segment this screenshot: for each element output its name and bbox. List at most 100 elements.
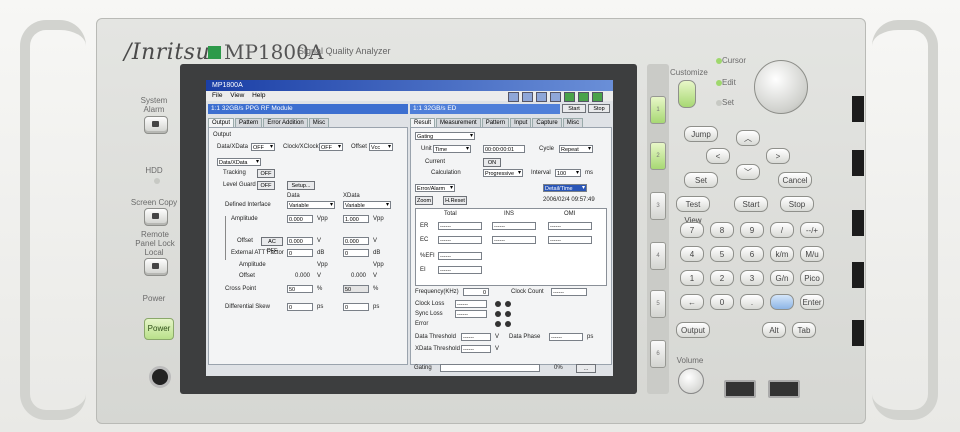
error-alarm-select[interactable]: Error/Alarm — [415, 184, 455, 192]
menu-help[interactable]: Help — [252, 92, 265, 99]
softkey-4[interactable]: 4 — [650, 242, 666, 270]
tab-input[interactable]: Input — [510, 118, 532, 127]
keypad-key[interactable]: . — [740, 294, 764, 310]
start-hard-button[interactable]: Start — [734, 196, 768, 212]
customize-button[interactable] — [678, 80, 696, 108]
ac-off-button[interactable]: AC OFF — [261, 237, 283, 254]
keypad-key[interactable]: 2 — [710, 270, 734, 286]
softkey-5[interactable]: 5 — [650, 290, 666, 318]
data-amplitude-field[interactable]: 0.000 — [287, 215, 313, 223]
cycle-select[interactable]: Repeat — [559, 145, 593, 153]
softkey-6[interactable]: 6 — [650, 340, 666, 368]
detail-time-select[interactable]: Detail/Time — [543, 184, 587, 192]
keypad-key[interactable]: 3 — [740, 270, 764, 286]
stop-button[interactable]: Stop — [588, 104, 610, 113]
keypad-key[interactable] — [770, 294, 794, 310]
softkey-2[interactable]: 2 — [650, 142, 666, 170]
arrow-right-key[interactable]: > — [766, 148, 790, 164]
setup-button[interactable]: Setup... — [287, 181, 315, 190]
keypad-key[interactable]: 4 — [680, 246, 704, 262]
unit-select[interactable]: Time — [433, 145, 471, 153]
rotary-knob[interactable] — [754, 60, 808, 114]
keypad-key[interactable]: Pico — [800, 270, 824, 286]
tab-pattern[interactable]: Pattern — [481, 118, 510, 127]
test-view-button[interactable]: Test View — [676, 196, 710, 225]
tab-misc[interactable]: Misc — [308, 118, 330, 127]
tab-capture[interactable]: Capture — [532, 118, 562, 127]
start-button[interactable]: Start — [562, 104, 586, 113]
xdata-cross-point-field[interactable]: 50 — [343, 285, 369, 293]
keypad-key[interactable]: G/n — [770, 270, 794, 286]
tool-icon[interactable] — [508, 92, 519, 102]
cancel-button[interactable]: Cancel — [778, 172, 812, 188]
data-cross-point-field[interactable]: 50 — [287, 285, 313, 293]
keypad-key[interactable]: ← — [680, 294, 704, 310]
play-icon[interactable] — [578, 92, 589, 102]
interval-select[interactable]: 100 — [555, 169, 581, 177]
gating-select[interactable]: Gating — [415, 132, 475, 140]
data-interface-select[interactable]: Variable — [287, 201, 335, 209]
data-xdata-mode-select[interactable]: Data/XData — [217, 158, 261, 166]
softkey-1[interactable]: 1 — [650, 96, 666, 124]
tool-icon[interactable] — [550, 92, 561, 102]
usb-port[interactable] — [768, 380, 800, 398]
data-offset-field[interactable]: 0.000 — [287, 237, 313, 245]
keypad-key[interactable]: / — [770, 222, 794, 238]
calculation-select[interactable]: Progressive — [483, 169, 523, 177]
play-icon[interactable] — [564, 92, 575, 102]
power-button[interactable]: Power — [144, 318, 174, 340]
menu-view[interactable]: View — [230, 92, 244, 99]
tool-icon[interactable] — [522, 92, 533, 102]
keypad-key[interactable]: k/m — [770, 246, 794, 262]
zoom-button[interactable]: Zoom — [415, 196, 433, 205]
keypad-key[interactable]: 6 — [740, 246, 764, 262]
softkey-3[interactable]: 3 — [650, 192, 666, 220]
arrow-up-key[interactable]: ︿ — [736, 130, 760, 146]
local-button[interactable] — [144, 258, 168, 276]
play-icon[interactable] — [592, 92, 603, 102]
tool-icon[interactable] — [536, 92, 547, 102]
keypad-key[interactable]: 1 — [680, 270, 704, 286]
level-guard-toggle[interactable]: OFF — [257, 181, 275, 190]
data-skew-field[interactable]: 0 — [287, 303, 313, 311]
tab-pattern[interactable]: Pattern — [235, 118, 263, 127]
xdata-att-field[interactable]: 0 — [343, 249, 369, 257]
gating-time-field[interactable]: 00:00:00:01 — [483, 145, 525, 153]
output-button[interactable]: Output — [676, 322, 710, 338]
keypad-key[interactable]: Enter — [800, 294, 824, 310]
current-toggle[interactable]: ON — [483, 158, 501, 167]
screen-copy-button[interactable] — [144, 208, 168, 226]
tab-result[interactable]: Result — [410, 118, 436, 127]
tracking-toggle[interactable]: OFF — [257, 169, 275, 178]
tab-key[interactable]: Tab — [792, 322, 816, 338]
arrow-left-key[interactable]: < — [706, 148, 730, 164]
xdata-amplitude-field[interactable]: 1.000 — [343, 215, 369, 223]
keypad-key[interactable]: 9 — [740, 222, 764, 238]
keypad-key[interactable]: 5 — [710, 246, 734, 262]
system-alarm-button[interactable] — [144, 116, 168, 134]
jump-button[interactable]: Jump — [684, 126, 718, 142]
clock-xclock-select[interactable]: OFF — [319, 143, 343, 151]
stop-hard-button[interactable]: Stop — [780, 196, 814, 212]
alt-key[interactable]: Alt — [762, 322, 786, 338]
tab-measurement[interactable]: Measurement — [436, 118, 481, 127]
tab-output[interactable]: Output — [208, 118, 235, 127]
tab-misc[interactable]: Misc — [562, 118, 584, 127]
data-xdata-select[interactable]: OFF — [251, 143, 275, 151]
set-button[interactable]: Set — [684, 172, 718, 188]
xdata-interface-select[interactable]: Variable — [343, 201, 391, 209]
menu-file[interactable]: File — [212, 92, 222, 99]
data-att-field[interactable]: 0 — [287, 249, 313, 257]
keypad-key[interactable]: 8 — [710, 222, 734, 238]
usb-port[interactable] — [724, 380, 756, 398]
xdata-skew-field[interactable]: 0 — [343, 303, 369, 311]
keypad-key[interactable]: 0 — [710, 294, 734, 310]
xdata-offset-field[interactable]: 0.000 — [343, 237, 369, 245]
arrow-down-key[interactable]: ﹀ — [736, 164, 760, 180]
h-reset-button[interactable]: H.Reset — [443, 196, 467, 205]
status-more-button[interactable]: ... — [576, 364, 596, 373]
keypad-key[interactable]: 7 — [680, 222, 704, 238]
tab-error-addition[interactable]: Error Addition — [263, 118, 308, 127]
volume-knob[interactable] — [678, 368, 704, 394]
keypad-key[interactable]: M/u — [800, 246, 824, 262]
